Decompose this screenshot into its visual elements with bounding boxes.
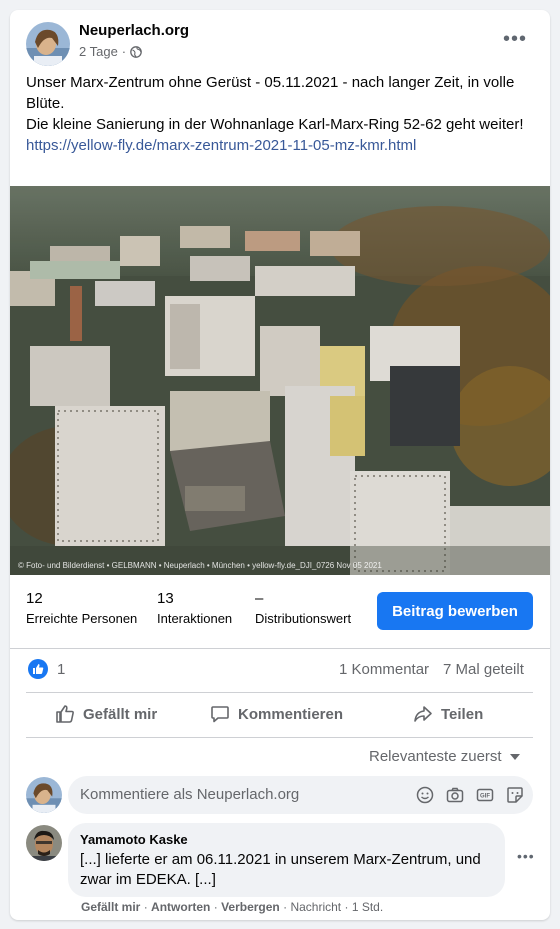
page-name[interactable]: Neuperlach.org (79, 22, 189, 39)
post-photo[interactable]: © Foto- und Bilderdienst • GELBMANN • Ne… (10, 186, 550, 575)
comment-bubble: Yamamoto Kaske [...] lieferte er am 06.1… (68, 823, 505, 897)
post-text-line-2: Die kleine Sanierung in der Wohnanlage K… (26, 116, 524, 133)
comment-actions: Gefällt mir · Antworten · Verbergen · Na… (81, 900, 384, 914)
divider (10, 648, 550, 649)
promote-post-button[interactable]: Beitrag bewerben (377, 592, 533, 630)
comment-input-tools: GIF (415, 785, 525, 805)
share-arrow-icon (414, 706, 432, 722)
comment-input[interactable]: Kommentiere als Neuperlach.org GIF (68, 776, 533, 814)
meta-separator: · (121, 44, 127, 59)
comment-button[interactable]: Kommentieren (210, 704, 343, 724)
comment-sort-label: Relevanteste zuerst (369, 748, 502, 765)
svg-text:GIF: GIF (480, 794, 490, 800)
divider (26, 737, 533, 738)
comment-author[interactable]: Yamamoto Kaske (80, 832, 188, 847)
stat-distribution: – Distributionswert (255, 590, 351, 626)
post-meta: 2 Tage · (79, 44, 142, 59)
post-text: Unser Marx-Zentrum ohne Gerüst - 05.11.2… (26, 72, 531, 156)
like-button[interactable]: Gefällt mir (55, 704, 157, 724)
thumbs-up-icon (56, 705, 74, 723)
comment-text: [...] lieferte er am 06.11.2021 in unser… (80, 851, 481, 888)
gif-icon[interactable]: GIF (475, 785, 495, 805)
distribution-label: Distributionswert (255, 611, 352, 626)
sticker-icon[interactable] (505, 785, 525, 805)
distribution-value: – (255, 590, 264, 607)
speech-bubble-icon (211, 706, 229, 723)
comment-count[interactable]: 1 Kommentar (339, 661, 429, 678)
divider (26, 692, 533, 693)
comment-more-options-icon[interactable]: ••• (517, 848, 535, 864)
comment-message-link[interactable]: Nachricht (290, 900, 341, 914)
reach-label: Erreichte Personen (26, 611, 138, 626)
post-card: Neuperlach.org 2 Tage · ••• Unser Marx-Z… (10, 10, 550, 920)
comment-sort-dropdown[interactable]: Relevanteste zuerst (369, 748, 520, 765)
engagement-label: Interaktionen (157, 611, 233, 626)
page-avatar[interactable] (26, 22, 70, 66)
share-count[interactable]: 7 Mal geteilt (443, 661, 524, 678)
photo-watermark: © Foto- und Bilderdienst • GELBMANN • Ne… (18, 561, 382, 570)
caret-down-icon (509, 753, 520, 760)
share-button-label: Teilen (441, 705, 484, 723)
like-count[interactable]: 1 (57, 661, 65, 678)
post-link[interactable]: https://yellow-fly.de/marx-zentrum-2021-… (26, 135, 531, 156)
emoji-icon[interactable] (415, 785, 435, 805)
comment-like-link[interactable]: Gefällt mir (81, 900, 140, 914)
globe-icon (130, 45, 142, 58)
comment-button-label: Kommentieren (238, 705, 344, 723)
post-text-line-1: Unser Marx-Zentrum ohne Gerüst - 05.11.2… (26, 74, 515, 112)
comment-input-placeholder: Kommentiere als Neuperlach.org (80, 786, 300, 803)
reach-value: 12 (26, 590, 43, 607)
post-more-options-icon[interactable]: ••• (503, 28, 527, 51)
comment-time[interactable]: 1 Std. (352, 900, 383, 914)
stat-reach: 12 Erreichte Personen (26, 590, 137, 626)
like-button-label: Gefällt mir (83, 705, 158, 723)
comment-hide-link[interactable]: Verbergen (221, 900, 280, 914)
share-button[interactable]: Teilen (413, 704, 483, 724)
camera-icon[interactable] (445, 785, 465, 805)
aerial-photo-image (10, 186, 550, 575)
stat-engagement: 13 Interaktionen (157, 590, 232, 626)
like-reaction-icon[interactable] (28, 659, 48, 679)
commenter-avatar (26, 777, 62, 813)
comment-reply-link[interactable]: Antworten (151, 900, 210, 914)
post-time[interactable]: 2 Tage (79, 44, 118, 59)
comment-author-avatar[interactable] (26, 825, 62, 861)
engagement-value: 13 (157, 590, 174, 607)
